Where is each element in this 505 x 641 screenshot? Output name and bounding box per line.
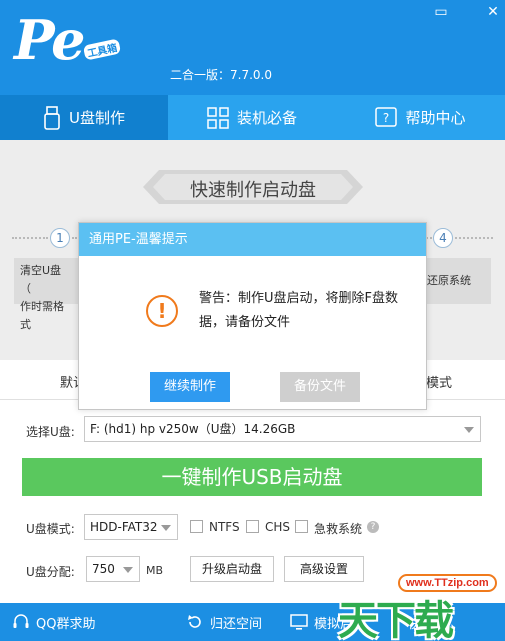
chs-label: CHS — [265, 520, 291, 534]
monitor-icon — [290, 614, 308, 630]
qq-help-label: QQ群求助 — [36, 616, 96, 632]
step-1-badge: 1 — [50, 228, 70, 248]
logo-text: Pe — [14, 8, 86, 72]
title-bar: Pe 工具箱 二合一版：7.7.0.0 ▭ ✕ — [0, 0, 505, 95]
warning-dialog: 通用PE-温馨提示 ! 警告：制作U盘启动，将删除F盘数据，请备份文件 继续制作… — [78, 222, 427, 410]
tab-help-center[interactable]: ? 帮助中心 — [336, 95, 505, 140]
ntfs-checkbox[interactable] — [190, 520, 203, 533]
chs-checkbox[interactable] — [246, 520, 259, 533]
partition-size-value: 750 — [92, 562, 115, 576]
version-label: 二合一版：7.7.0.0 — [170, 68, 272, 82]
partition-size-select[interactable]: 750 — [86, 556, 140, 582]
dialog-title: 通用PE-温馨提示 — [79, 223, 426, 256]
minimize-button[interactable]: ▭ — [432, 4, 450, 20]
upgrade-boot-button[interactable]: 升级启动盘 — [190, 556, 274, 582]
tab-help-center-label: 帮助中心 — [405, 109, 466, 127]
usb-mode-value: HDD-FAT32 — [90, 520, 158, 534]
help-question-icon: ? — [375, 106, 398, 127]
watermark-brand: 天下载 — [338, 598, 454, 641]
step-divider — [12, 237, 48, 239]
tab-usb-make[interactable]: U盘制作 — [0, 95, 168, 140]
app-logo: Pe 工具箱 — [14, 8, 124, 76]
make-usb-button[interactable]: 一键制作USB启动盘 — [22, 458, 482, 496]
close-button[interactable]: ✕ — [484, 4, 502, 20]
usb-mode-select[interactable]: HDD-FAT32 — [84, 514, 178, 540]
logo-badge: 工具箱 — [82, 38, 122, 61]
tab-essentials-label: 装机必备 — [236, 109, 297, 127]
step-1-card: 清空U盘（ 作时需格式 — [14, 258, 78, 331]
partition-label: U盘分配: — [26, 565, 75, 579]
select-usb-label: 选择U盘: — [26, 425, 75, 439]
restore-space-link[interactable]: 归还空间 — [186, 603, 262, 641]
partition-unit: MB — [146, 564, 164, 577]
chevron-down-icon — [464, 427, 474, 433]
backup-button[interactable]: 备份文件 — [280, 372, 360, 402]
usb-drive-icon — [44, 105, 60, 130]
main-nav: U盘制作 装机必备 ? 帮助中心 — [0, 95, 505, 140]
help-icon[interactable]: ? — [367, 521, 379, 533]
qq-help-link[interactable]: QQ群求助 — [12, 603, 95, 641]
headset-icon — [13, 614, 29, 628]
step-4-text: 还原系统 — [427, 274, 471, 287]
dialog-message: 警告：制作U盘启动，将删除F盘数据，请备份文件 — [199, 291, 398, 330]
grid-apps-icon — [207, 106, 229, 129]
ntfs-label: NTFS — [209, 520, 240, 534]
steps-title: 快速制作启动盘 — [190, 180, 316, 201]
restore-space-label: 归还空间 — [210, 616, 263, 632]
usb-drive-select[interactable]: F: (hd1) hp v250w（U盘）14.26GB — [84, 416, 481, 442]
step-1-line2: 作时需格式 — [20, 300, 64, 331]
step-4-card: 还原系统 — [427, 258, 491, 304]
svg-text:?: ? — [383, 111, 389, 125]
step-divider — [455, 237, 493, 239]
usb-mode-label: U盘模式: — [26, 522, 75, 536]
continue-button[interactable]: 继续制作 — [150, 372, 230, 402]
warning-icon: ! — [146, 295, 178, 327]
step-4-badge: 4 — [433, 228, 453, 248]
tab-usb-make-label: U盘制作 — [69, 109, 125, 127]
rescue-label: 急救系统 — [314, 522, 363, 536]
chevron-down-icon — [123, 567, 133, 573]
mode-tab-right[interactable]: 模式 — [426, 372, 452, 391]
step-1-line1: 清空U盘（ — [20, 264, 62, 295]
site-watermark: www.TTzip.com 天下载 — [332, 562, 502, 641]
usb-drive-value: F: (hd1) hp v250w（U盘）14.26GB — [90, 422, 296, 436]
chevron-down-icon — [161, 525, 171, 531]
undo-icon — [188, 615, 201, 628]
rescue-checkbox[interactable] — [295, 520, 308, 533]
tab-essentials[interactable]: 装机必备 — [168, 95, 336, 140]
